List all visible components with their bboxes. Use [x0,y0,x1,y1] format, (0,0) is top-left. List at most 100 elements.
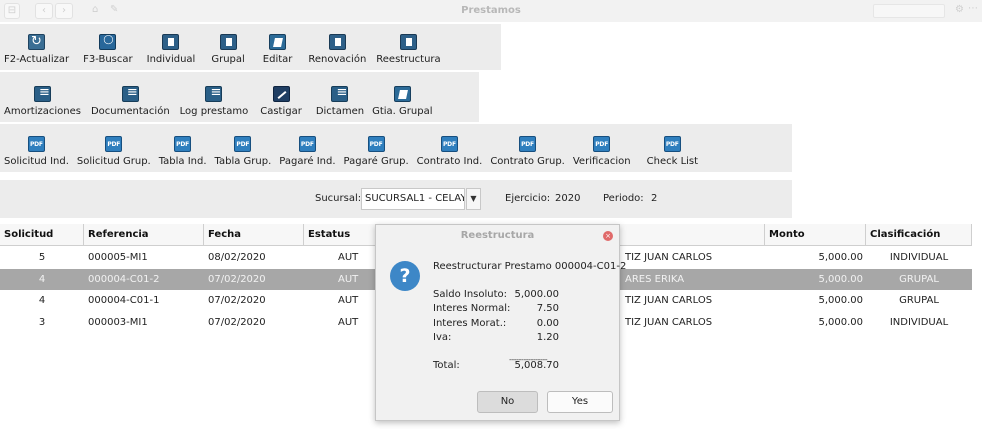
toolbar-button-reestructura[interactable]: Reestructura [372,24,444,70]
toolbar-button-tabla-ind[interactable]: Tabla Ind. [155,124,211,172]
toolbar-button-label: F2-Actualizar [4,54,70,65]
toolbar-button-solicitud-ind[interactable]: Solicitud Ind. [0,124,73,172]
cell-referencia: 000005-MI1 [88,252,148,263]
edit-icon [269,34,287,50]
question-icon: ? [390,261,420,291]
toolbar-button-label: Castigar [260,106,302,117]
pdf-icon [440,136,458,152]
toolbar-button-label: Pagaré Grup. [343,156,409,167]
pdf-icon [519,136,537,152]
cell-fecha: 07/02/2020 [208,316,266,328]
toolbar-main: F2-Actualizar F3-Buscar Individual Grupal Ed… [0,24,501,70]
toolbar-documents: Amortizaciones Documentación Log prestamo C… [0,72,479,122]
interes-moratorio-label: Interes Morat.: [433,318,507,329]
toolbar-button-grupal[interactable]: Grupal [207,24,248,70]
cell-estatus: AUT [338,273,359,285]
list-icon [121,85,139,102]
pdf-icon [367,136,385,152]
cell-fecha: 07/02/2020 [208,295,266,306]
column-header-referencia[interactable]: Referencia [84,224,204,246]
column-header-clasificacion[interactable]: Clasificación [866,224,972,246]
toolbar-button-label: Check List [646,156,699,167]
toolbar-button-documentación[interactable]: Documentación [87,72,174,122]
toolbar-button-log-prestamo[interactable]: Log prestamo [176,72,253,122]
pdf-icon [663,136,681,152]
cell-monto: 5,000.00 [818,273,863,285]
cell-nombre: TIZ JUAN CARLOS [625,252,713,263]
pdf-icon [174,136,192,152]
toolbar-button-contrato-grup[interactable]: Contrato Grup. [486,124,569,172]
close-icon[interactable]: × [603,231,613,241]
toolbar-button-label: Pagaré Ind. [279,156,336,167]
pdf-icon [105,136,123,152]
toolbar-button-gtia-grupal[interactable]: Gtia. Grupal [368,72,436,122]
list-icon [205,85,223,102]
toolbar-button-check-list[interactable]: Check List [643,124,702,172]
toolbar-button-pagaré-ind[interactable]: Pagaré Ind. [275,124,339,172]
toolbar-button-renovación[interactable]: Renovación [304,24,370,70]
column-header-solicitud[interactable]: Solicitud [0,224,84,246]
toolbar-button-label: Solicitud Grup. [76,156,151,167]
toolbar-button-individual[interactable]: Individual [143,24,200,70]
dialog-heading: Reestructurar Prestamo 000004-C01-2 [433,261,627,272]
cell-solicitud: 4 [38,273,46,285]
saldo-value: 5,000.00 [514,289,559,300]
ejercicio-field[interactable]: 2020 [551,188,583,210]
gear-icon[interactable]: ⚙ [955,4,964,15]
sucursal-label: Sucursal: [315,193,362,204]
window-titlebar: ⊟ ‹ › ⌂ ✎ Prestamos ⚙ ⋯ [0,0,982,22]
document-icon [328,34,346,50]
toolbar-button-dictamen[interactable]: Dictamen [312,72,368,122]
toolbar-button-verificacion[interactable]: Verificacion [569,124,635,172]
cell-nombre: TIZ JUAN CARLOS [625,295,713,306]
toolbar-button-label: Individual [146,54,196,65]
cell-solicitud: 4 [38,295,46,306]
toolbar-button-pagaré-grup[interactable]: Pagaré Grup. [340,124,413,172]
toolbar-button-editar[interactable]: Editar [259,24,297,70]
toolbar-button-label: Contrato Ind. [416,156,483,167]
zoom-control[interactable] [873,4,945,18]
column-header-monto[interactable]: Monto [765,224,866,246]
toolbar-button-label: Solicitud Ind. [4,156,69,167]
chevron-down-icon[interactable]: ▼ [466,188,481,210]
toolbar-button-f2-actualizar[interactable]: F2-Actualizar [0,24,73,70]
toolbar-button-label: Documentación [90,106,170,117]
yes-button[interactable]: Yes [547,391,613,413]
toolbar-button-tabla-grup[interactable]: Tabla Grup. [211,124,276,172]
total-value: 5,008.70 [514,360,559,371]
column-header-fecha[interactable]: Fecha [204,224,304,246]
toolbar-button-amortizaciones[interactable]: Amortizaciones [0,72,85,122]
search-icon [99,34,117,50]
pdf-icon [593,136,611,152]
interes-moratorio-value: 0.00 [536,318,559,329]
interes-normal-label: Interes Normal: [433,303,511,314]
toolbar-button-solicitud-grup[interactable]: Solicitud Grup. [73,124,155,172]
cell-fecha: 07/02/2020 [208,273,266,285]
cell-nombre: ARES ERIKA [625,273,685,285]
sucursal-select[interactable]: SUCURSAL1 - CELAYA [361,188,465,210]
cell-estatus: AUT [338,252,359,263]
cell-clasificacion: INDIVIDUAL [889,316,949,328]
toolbar-button-label: Renovación [308,54,367,65]
toolbar-button-contrato-ind[interactable]: Contrato Ind. [413,124,487,172]
more-icon[interactable]: ⋯ [968,3,978,14]
iva-label: Iva: [433,332,452,343]
toolbar-button-label: Tabla Ind. [158,156,207,167]
cell-referencia: 000004-C01-2 [88,273,160,285]
slash-icon [272,86,290,102]
toolbar-button-label: Grupal [211,54,245,65]
cell-nombre: TIZ JUAN CARLOS [625,316,713,328]
cell-fecha: 08/02/2020 [208,252,266,263]
edit-icon [393,86,411,102]
toolbar-button-castigar[interactable]: Castigar [256,72,306,122]
cell-monto: 5,000.00 [818,316,863,328]
saldo-label: Saldo Insoluto: [433,289,508,300]
interes-normal-value: 7.50 [536,303,559,314]
document-icon [219,34,237,50]
toolbar-button-f3-buscar[interactable]: F3-Buscar [79,24,137,70]
toolbar-button-label: Tabla Grup. [214,156,272,167]
refresh-icon [28,34,46,50]
cell-referencia: 000004-C01-1 [88,295,160,306]
no-button[interactable]: No [477,391,538,413]
periodo-field[interactable]: 2 [647,188,669,210]
